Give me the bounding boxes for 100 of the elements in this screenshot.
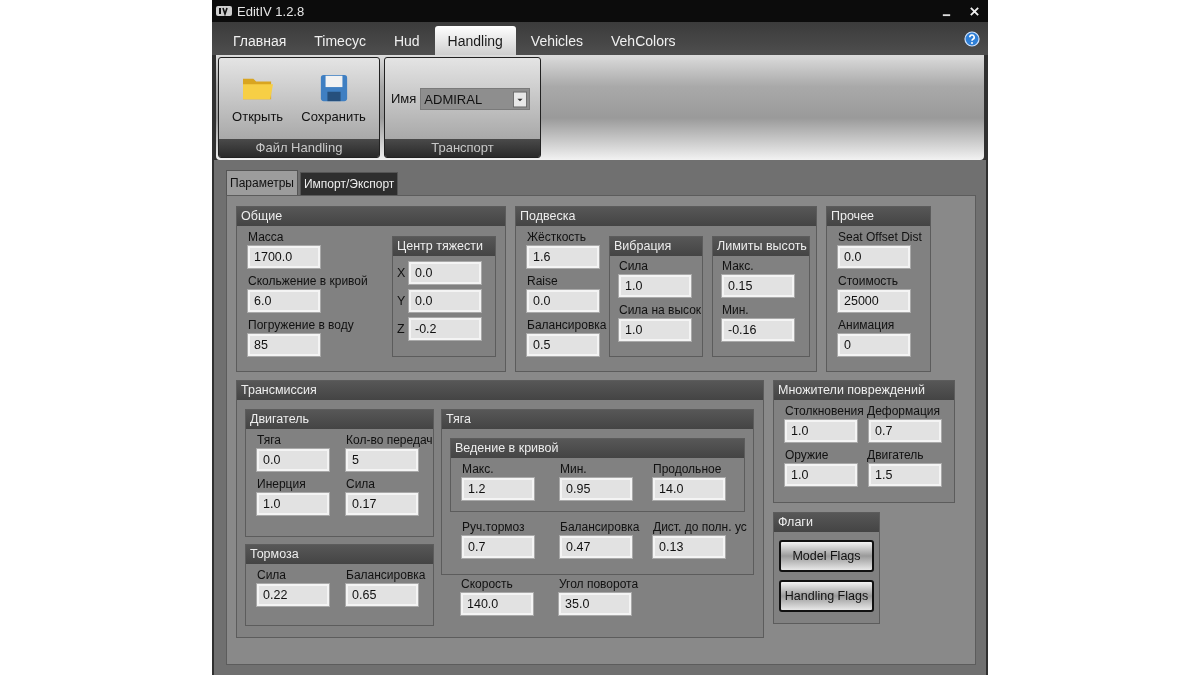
- group-header: Общие: [237, 207, 505, 226]
- input-field[interactable]: 1.2: [462, 478, 534, 500]
- field-label: Тяга: [257, 432, 281, 449]
- field-label: Сила: [346, 476, 376, 493]
- field-label: Кол-во передач: [346, 432, 433, 449]
- caret-icon: [513, 90, 528, 108]
- ribbon-button[interactable]: Сохранить: [299, 69, 368, 128]
- field-label: Имя: [391, 91, 417, 106]
- tab[interactable]: Vehicles: [517, 26, 596, 55]
- group-header: Подвеска: [516, 207, 816, 226]
- field-label: Z: [397, 322, 406, 336]
- field-label: Скорость: [461, 576, 513, 593]
- group-header: Тормоза: [246, 545, 433, 564]
- field-label: Столкновения: [785, 403, 864, 420]
- input-field[interactable]: 35.0: [559, 593, 631, 615]
- field-label: Оружие: [785, 447, 829, 464]
- input-field[interactable]: 6.0: [248, 290, 320, 312]
- input-field[interactable]: 0.15: [722, 275, 794, 297]
- group-header: Прочее: [827, 207, 930, 226]
- tab[interactable]: Главная: [220, 26, 300, 55]
- group-caption: Транспорт: [385, 139, 540, 157]
- input-field[interactable]: 0.0: [527, 290, 599, 312]
- field-label: Макс.: [722, 258, 754, 275]
- input-field[interactable]: 25000: [838, 290, 910, 312]
- input-field[interactable]: 0.13: [653, 536, 725, 558]
- logo-icon: [216, 5, 232, 17]
- input-field[interactable]: 0.17: [346, 493, 418, 515]
- field-label: Raise: [527, 273, 558, 290]
- tab[interactable]: Handling: [434, 26, 516, 55]
- tab[interactable]: Параметры: [226, 170, 298, 195]
- field-label: Сила: [257, 567, 287, 584]
- input-field[interactable]: 0.7: [869, 420, 941, 442]
- field-label: Балансировка: [560, 519, 640, 536]
- group-header: Тяга: [442, 410, 753, 429]
- vehicle-dropdown[interactable]: ADMIRAL: [420, 88, 531, 110]
- tab[interactable]: Импорт/Экспорт: [299, 172, 399, 195]
- field-label: Погружение в воду: [248, 317, 354, 334]
- group-header: Центр тяжести: [393, 237, 495, 256]
- input-field[interactable]: 1.0: [619, 275, 691, 297]
- input-field[interactable]: 1700.0: [248, 246, 320, 268]
- help-icon[interactable]: [964, 30, 980, 47]
- field-label: Руч.тормоз: [462, 519, 525, 536]
- input-field[interactable]: 0.0: [409, 290, 481, 312]
- input-field[interactable]: 0.95: [560, 478, 632, 500]
- input-field[interactable]: 140.0: [461, 593, 533, 615]
- flags-button[interactable]: Model Flags: [779, 540, 874, 572]
- input-field[interactable]: 85: [248, 334, 320, 356]
- group-header: Ведение в кривой: [451, 439, 744, 458]
- field-label: Балансировка: [346, 567, 426, 584]
- input-field[interactable]: 1.0: [785, 420, 857, 442]
- input-field[interactable]: 0.0: [257, 449, 329, 471]
- field-label: Балансировка: [527, 317, 607, 334]
- input-field[interactable]: 5: [346, 449, 418, 471]
- input-field[interactable]: 1.0: [785, 464, 857, 486]
- input-field[interactable]: 0: [838, 334, 910, 356]
- group-header: Флаги: [774, 513, 879, 532]
- input-field[interactable]: -0.16: [722, 319, 794, 341]
- field-label: Деформация: [867, 403, 941, 420]
- field-label: Анимация: [838, 317, 895, 334]
- input-field[interactable]: 0.22: [257, 584, 329, 606]
- group-header: Лимиты высоть: [713, 237, 809, 256]
- tab[interactable]: Timecyc: [301, 26, 379, 55]
- field-label: Y: [397, 294, 406, 308]
- input-field[interactable]: 1.0: [257, 493, 329, 515]
- tab[interactable]: VehColors: [598, 26, 689, 55]
- input-field[interactable]: 0.65: [346, 584, 418, 606]
- field-label: Сила на высок: [619, 302, 702, 319]
- field-label: Seat Offset Dist: [838, 229, 922, 246]
- input-field[interactable]: 14.0: [653, 478, 725, 500]
- field-label: Угол поворота: [559, 576, 639, 593]
- flags-button[interactable]: Handling Flags: [779, 580, 874, 612]
- field-label: Сила: [619, 258, 649, 275]
- input-field[interactable]: 0.0: [838, 246, 910, 268]
- input-field[interactable]: -0.2: [409, 318, 481, 340]
- ribbon-button[interactable]: Открыть: [230, 69, 286, 128]
- field-label: Масса: [248, 229, 284, 246]
- group-header: Двигатель: [246, 410, 433, 429]
- input-field[interactable]: 0.7: [462, 536, 534, 558]
- field-label: Макс.: [462, 461, 494, 478]
- input-field[interactable]: 1.5: [869, 464, 941, 486]
- field-label: Мин.: [560, 461, 587, 478]
- input-field[interactable]: 0.0: [409, 262, 481, 284]
- input-field[interactable]: 0.47: [560, 536, 632, 558]
- window-title: EditIV 1.2.8: [237, 3, 305, 19]
- input-field[interactable]: 0.5: [527, 334, 599, 356]
- tab[interactable]: Hud: [380, 26, 433, 55]
- field-label: Дист. до полн. ус: [653, 519, 747, 536]
- field-label: Скольжение в кривой: [248, 273, 368, 290]
- field-label: Инерция: [257, 476, 306, 493]
- field-label: Стоимость: [838, 273, 899, 290]
- group-header: Множители повреждений: [774, 381, 954, 400]
- close-icon[interactable]: [969, 5, 980, 17]
- group-caption: Файл Handling: [219, 139, 379, 157]
- input-field[interactable]: 1.0: [619, 319, 691, 341]
- input-field[interactable]: 1.6: [527, 246, 599, 268]
- field-label: Двигатель: [867, 447, 924, 464]
- field-label: Продольное: [653, 461, 722, 478]
- field-label: X: [397, 266, 406, 280]
- group-header: Трансмиссия: [237, 381, 763, 400]
- group-header: Вибрация: [610, 237, 702, 256]
